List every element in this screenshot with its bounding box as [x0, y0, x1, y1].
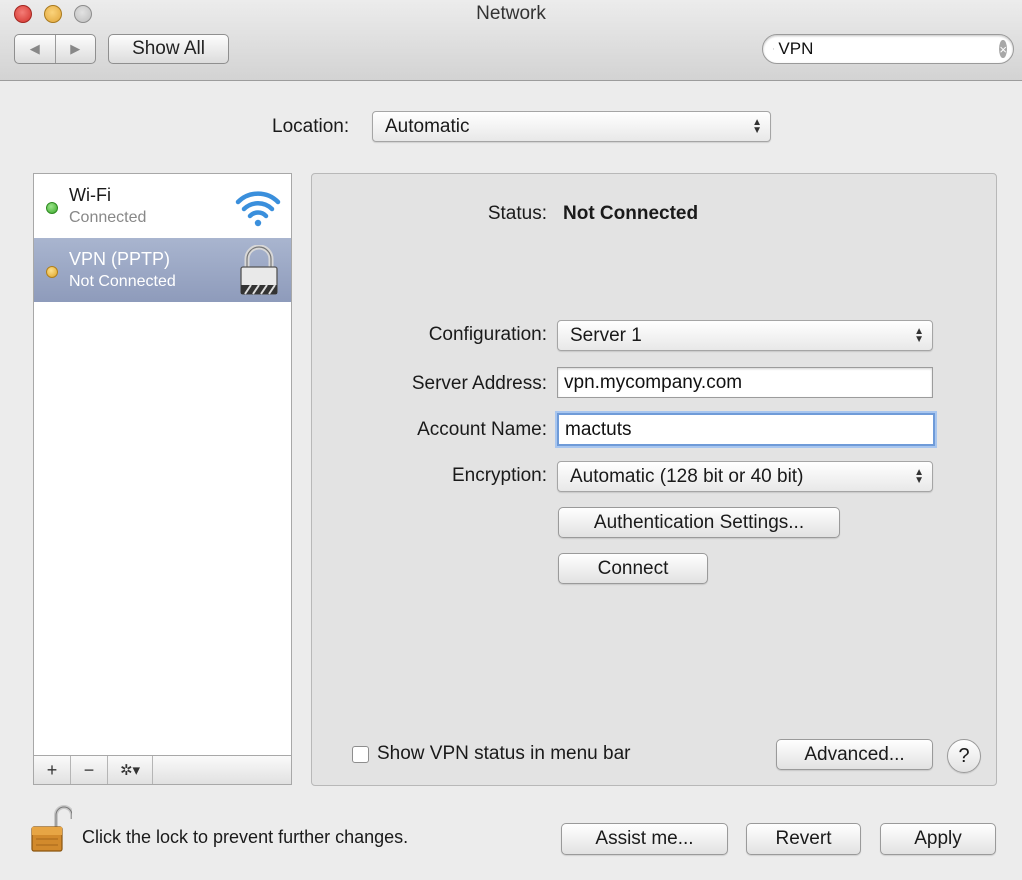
service-list-toolbar: + − ✲▾: [33, 755, 292, 785]
show-vpn-status-option[interactable]: Show VPN status in menu bar: [352, 743, 630, 765]
show-vpn-status-label: Show VPN status in menu bar: [377, 743, 631, 764]
show-all-button[interactable]: Show All: [108, 34, 229, 64]
location-label: Location:: [272, 116, 350, 137]
service-status: Connected: [69, 209, 147, 226]
status-dot-yellow: [46, 266, 58, 278]
account-name-field[interactable]: [557, 413, 935, 446]
popup-arrows-icon: ▲ ▼: [914, 466, 924, 486]
gear-menu-button[interactable]: ✲▾: [108, 756, 153, 784]
encryption-label: Encryption:: [451, 465, 547, 486]
account-name-label: Account Name:: [417, 419, 547, 440]
configuration-value: Server 1: [570, 324, 642, 346]
vpn-lock-icon: [240, 245, 278, 295]
back-button[interactable]: ◀: [15, 35, 55, 63]
lock-hint-text: Click the lock to prevent further change…: [82, 827, 409, 847]
apply-button[interactable]: Apply: [880, 823, 996, 855]
lock-icon[interactable]: [30, 805, 72, 853]
server-address-label: Server Address:: [411, 373, 547, 394]
help-button[interactable]: ?: [947, 739, 981, 773]
location-popup[interactable]: Automatic ▲ ▼: [372, 111, 771, 142]
back-forward-control: ◀ ▶: [14, 34, 96, 64]
forward-arrow-icon: ▶: [70, 41, 81, 56]
service-name: Wi-Fi: [69, 185, 111, 205]
encryption-value: Automatic (128 bit or 40 bit): [570, 465, 804, 487]
back-arrow-icon: ◀: [29, 41, 40, 56]
service-name: VPN (PPTP): [69, 249, 171, 269]
forward-button[interactable]: ▶: [54, 35, 96, 63]
status-dot-green: [46, 202, 58, 214]
popup-arrows-icon: ▲ ▼: [914, 325, 924, 345]
configuration-popup[interactable]: Server 1 ▲ ▼: [557, 320, 933, 351]
service-item-vpn-pptp[interactable]: VPN (PPTP) Not Connected: [34, 238, 291, 302]
location-value: Automatic: [385, 115, 470, 137]
connect-button[interactable]: Connect: [558, 553, 708, 584]
advanced-button[interactable]: Advanced...: [776, 739, 933, 770]
popup-arrows-icon: ▲ ▼: [752, 116, 762, 136]
status-value: Not Connected: [563, 203, 699, 224]
search-clear-icon[interactable]: ×: [999, 40, 1007, 58]
show-vpn-status-checkbox[interactable]: [352, 745, 369, 763]
search-input[interactable]: [774, 39, 1000, 59]
assist-me-button[interactable]: Assist me...: [561, 823, 728, 855]
authentication-settings-button[interactable]: Authentication Settings...: [558, 507, 840, 538]
service-status: Not Connected: [69, 273, 176, 290]
encryption-popup[interactable]: Automatic (128 bit or 40 bit) ▲ ▼: [557, 461, 933, 492]
revert-button[interactable]: Revert: [746, 823, 861, 855]
search-field: ×: [762, 34, 1014, 64]
configuration-label: Configuration:: [428, 324, 547, 345]
remove-service-button[interactable]: −: [71, 756, 108, 784]
status-label: Status:: [487, 203, 547, 224]
gear-icon: ✲▾: [119, 762, 141, 779]
add-service-button[interactable]: +: [34, 756, 71, 784]
window-title: Network: [476, 3, 546, 24]
server-address-field[interactable]: [557, 367, 933, 398]
